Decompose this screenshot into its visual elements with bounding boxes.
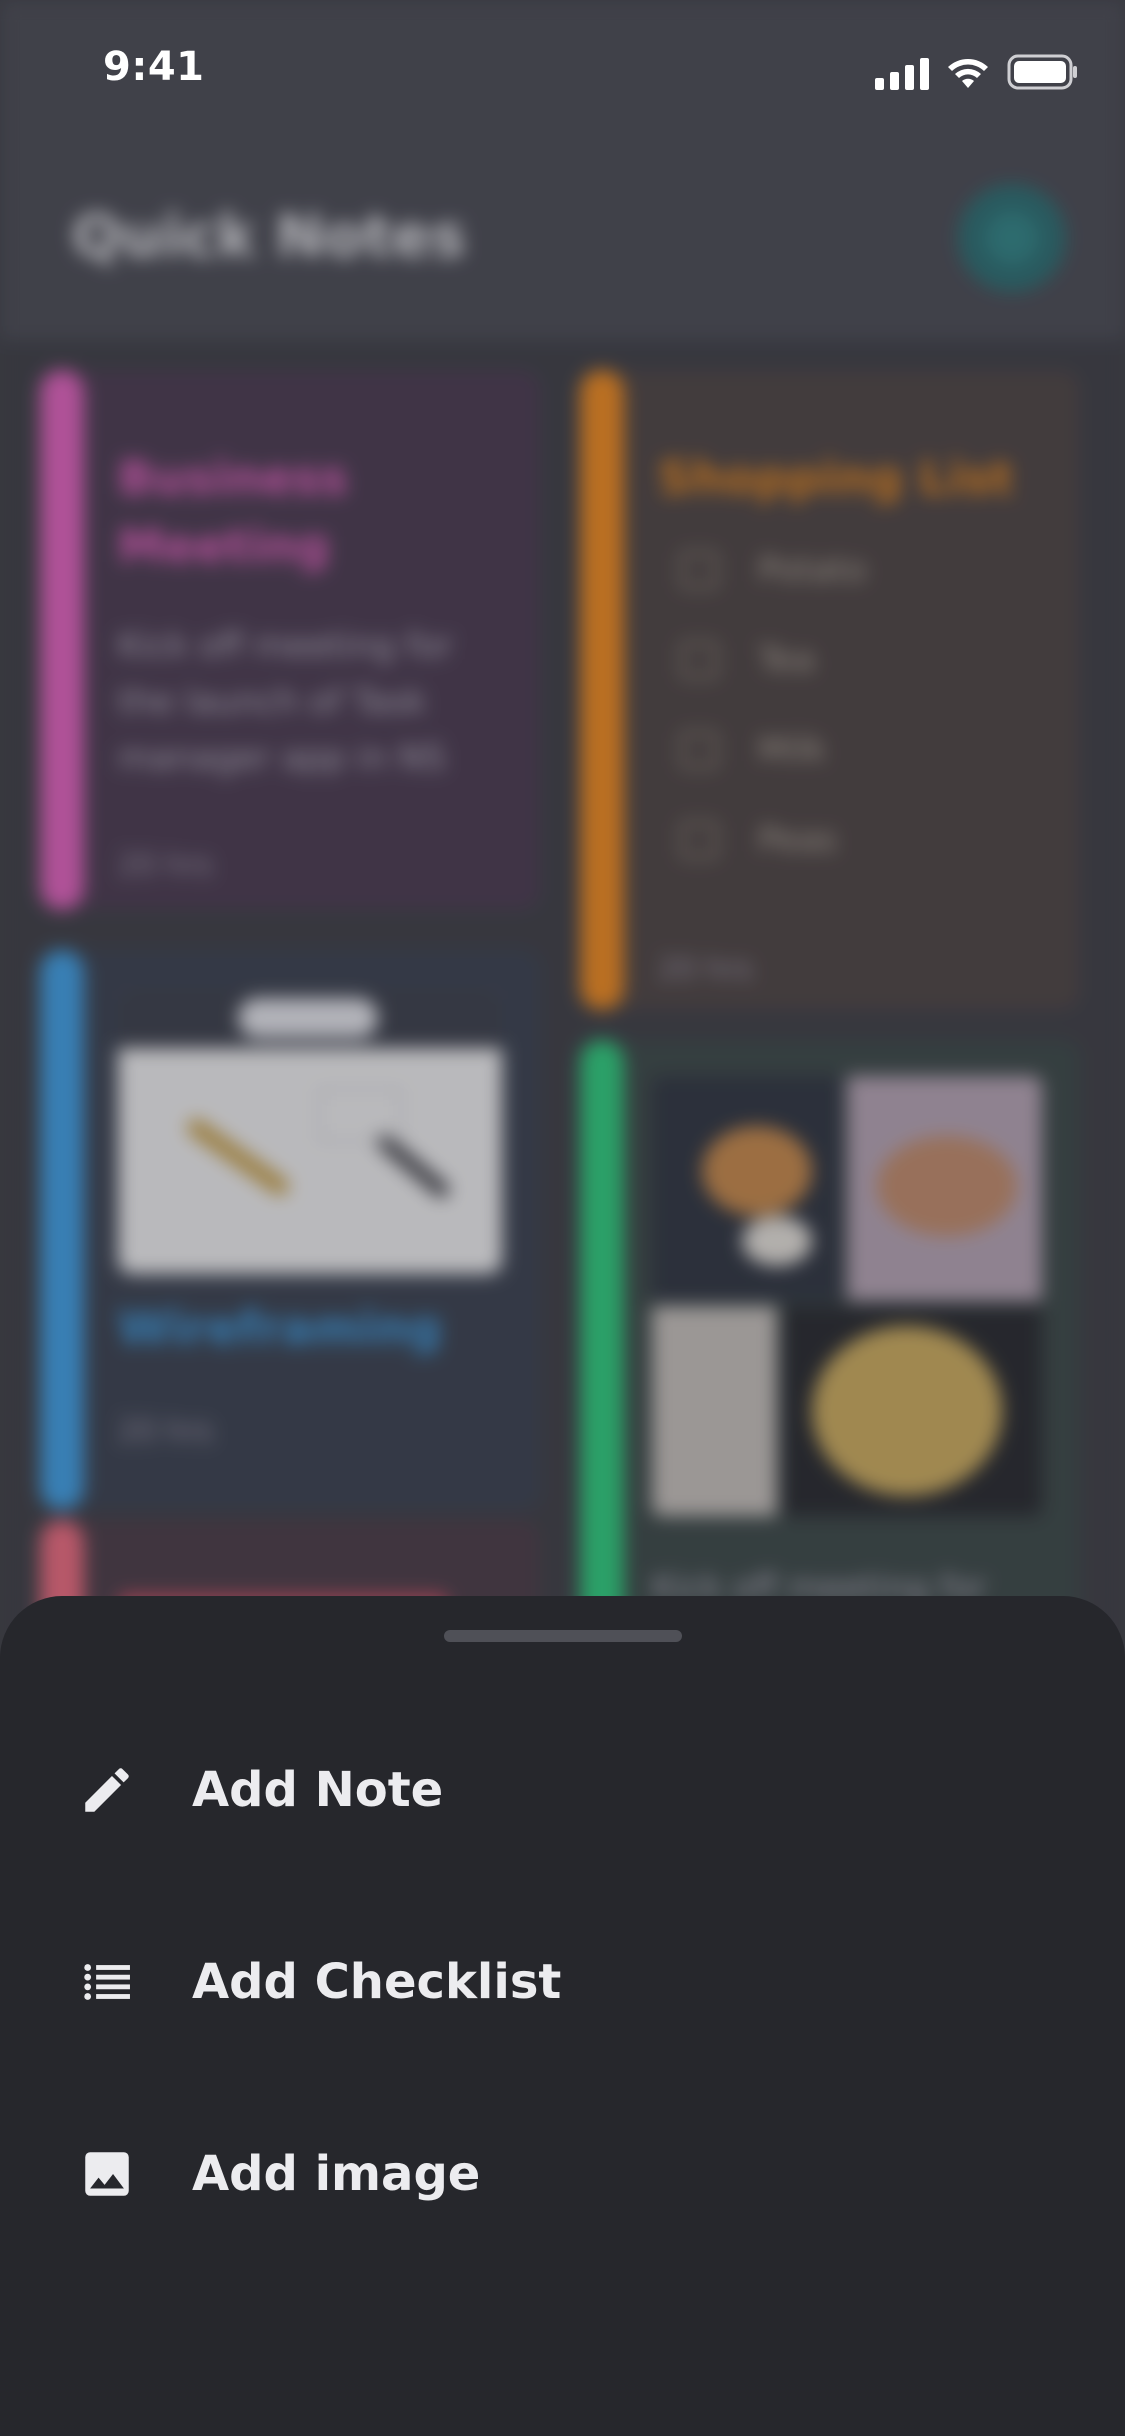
sheet-item-label: Add Note bbox=[192, 1762, 444, 1818]
list-icon bbox=[76, 1951, 138, 2013]
sheet-item-label: Add image bbox=[192, 2146, 481, 2202]
signal-icon bbox=[875, 56, 929, 90]
add-image-option[interactable]: Add image bbox=[0, 2094, 1125, 2254]
battery-icon bbox=[1007, 54, 1077, 90]
add-options-sheet: Add Note Add Checklist Add image bbox=[0, 1596, 1125, 2436]
pencil-icon bbox=[76, 1759, 138, 1821]
status-time: 9:41 bbox=[103, 44, 205, 90]
add-note-option[interactable]: Add Note bbox=[0, 1710, 1125, 1870]
sheet-item-label: Add Checklist bbox=[192, 1954, 562, 2010]
sheet-drag-handle[interactable] bbox=[444, 1630, 682, 1642]
add-checklist-option[interactable]: Add Checklist bbox=[0, 1902, 1125, 2062]
status-bar: 9:41 bbox=[0, 0, 1125, 140]
wifi-icon bbox=[948, 59, 988, 88]
status-icons bbox=[875, 50, 1079, 90]
screen: Quick Notes Business Meeting Kick off me… bbox=[0, 0, 1125, 2436]
image-icon bbox=[76, 2143, 138, 2205]
